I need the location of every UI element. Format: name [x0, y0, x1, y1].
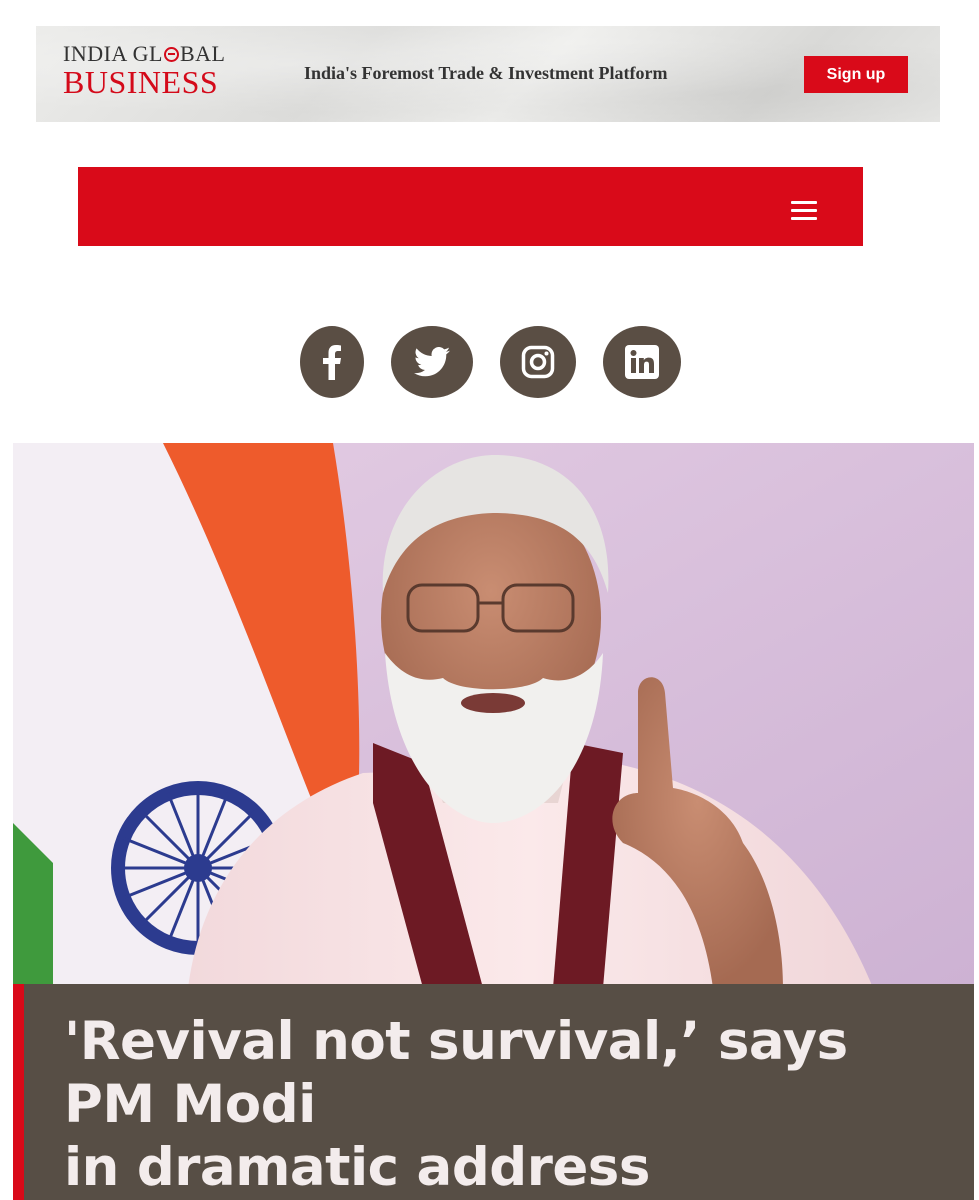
twitter-link[interactable] — [391, 326, 473, 398]
hamburger-menu-icon[interactable] — [791, 201, 817, 221]
headline-line-1: 'Revival not survival,’ says — [64, 1011, 848, 1072]
social-links — [0, 326, 979, 398]
top-banner: INDIA GL BAL BUSINESS India's Foremost Tr… — [36, 26, 940, 122]
banner-tagline: India's Foremost Trade & Investment Plat… — [304, 63, 668, 83]
logo-line2: BUSINESS — [63, 64, 219, 100]
linkedin-icon — [625, 345, 659, 379]
logo-line1: INDIA GL BAL — [63, 41, 226, 66]
article-headline[interactable]: 'Revival not survival,’ says PM Modi in … — [64, 1010, 964, 1199]
instagram-link[interactable] — [500, 326, 576, 398]
headline-panel: 'Revival not survival,’ says PM Modi in … — [13, 984, 974, 1200]
facebook-link[interactable] — [300, 326, 364, 398]
sign-up-button[interactable]: Sign up — [804, 56, 908, 93]
globe-icon — [163, 47, 179, 62]
nav-bar — [78, 167, 863, 246]
facebook-icon — [323, 345, 341, 380]
instagram-icon — [521, 345, 555, 379]
headline-line-3: in dramatic address — [64, 1137, 650, 1198]
headline-line-2: PM Modi — [64, 1074, 316, 1135]
site-logo[interactable]: INDIA GL BAL BUSINESS — [63, 41, 226, 100]
linkedin-link[interactable] — [603, 326, 681, 398]
hero-illustration — [13, 443, 974, 988]
article-hero-image[interactable] — [13, 443, 974, 988]
twitter-icon — [414, 347, 450, 377]
